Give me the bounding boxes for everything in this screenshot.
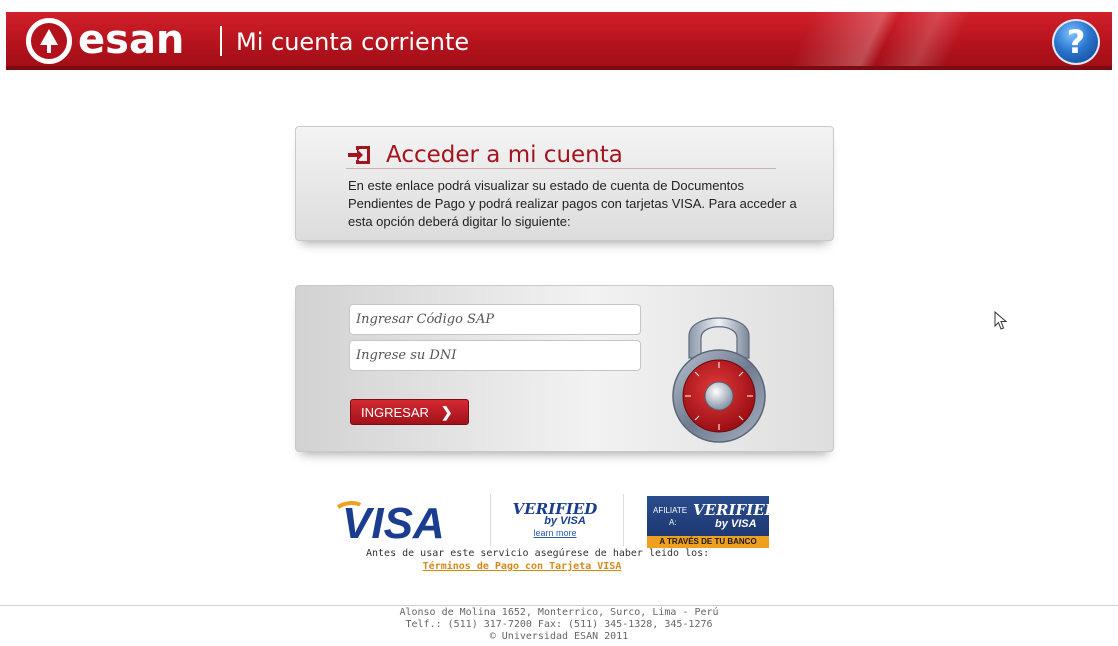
page-title: Mi cuenta corriente (236, 28, 470, 56)
terms-link[interactable]: Términos de Pago con Tarjeta VISA (340, 561, 704, 572)
footer-divider (0, 605, 1118, 606)
header-bottom-border (6, 66, 1112, 70)
footer-copyright: © Universidad ESAN 2011 (489, 631, 629, 642)
visa-text: VISA (342, 499, 445, 543)
mouse-cursor-icon (994, 311, 1008, 330)
afiliate-a-text: A: (669, 518, 677, 527)
arrow-right-icon: ❯ (440, 403, 453, 420)
sap-code-input[interactable] (349, 304, 641, 335)
verified-by-visa-logo[interactable]: VERIFIED by VISA learn more (500, 496, 610, 546)
intro-description: En este enlace podrá visualizar su estad… (348, 178, 797, 229)
footer-phones: Telf.: (511) 317-7200 Fax: (511) 345-132… (405, 619, 713, 630)
visa-logo: VISA (336, 499, 445, 543)
ingresar-button[interactable]: INGRESAR ❯ (350, 399, 469, 425)
brand-separator (220, 26, 222, 56)
learn-more-link[interactable]: learn more (500, 528, 610, 538)
brand-logo: esan (78, 17, 185, 63)
intro-title-row: Acceder a mi cuenta (346, 141, 776, 169)
login-panel: INGRESAR ❯ (295, 285, 834, 452)
afiliate-verified-by-visa-logo[interactable]: AFILIATE A: VERIFIED by VISA A TRAVÉS DE… (647, 496, 778, 548)
login-icon (348, 145, 370, 164)
seal-inner (29, 21, 69, 61)
help-label: ? (1066, 23, 1086, 61)
university-seal-icon (26, 18, 72, 64)
app-header: esan Mi cuenta corriente ? (6, 12, 1112, 70)
afiliate-verified-text: VERIFIED (693, 501, 778, 519)
footer-address: Alonso de Molina 1652, Monterrico, Surco… (399, 607, 719, 618)
divider (623, 494, 624, 546)
afiliate-text: AFILIATE (653, 506, 688, 515)
help-icon[interactable]: ? (1052, 19, 1100, 65)
ingresar-label: INGRESAR (361, 404, 429, 420)
padlock-icon (672, 317, 766, 443)
intro-panel: Acceder a mi cuenta En este enlace podrá… (295, 126, 834, 241)
afiliate-bank-bar: A TRAVÉS DE TU BANCO (647, 536, 769, 548)
intro-title: Acceder a mi cuenta (386, 141, 623, 168)
tree-icon (40, 29, 58, 53)
afiliate-by-visa-text: by VISA (715, 518, 757, 530)
divider (490, 494, 491, 546)
header-decoration (706, 12, 1046, 70)
footer: Alonso de Molina 1652, Monterrico, Surco… (0, 607, 1118, 643)
dni-input[interactable] (349, 340, 641, 371)
terms-note: Antes de usar este servicio asegúrese de… (366, 548, 710, 559)
